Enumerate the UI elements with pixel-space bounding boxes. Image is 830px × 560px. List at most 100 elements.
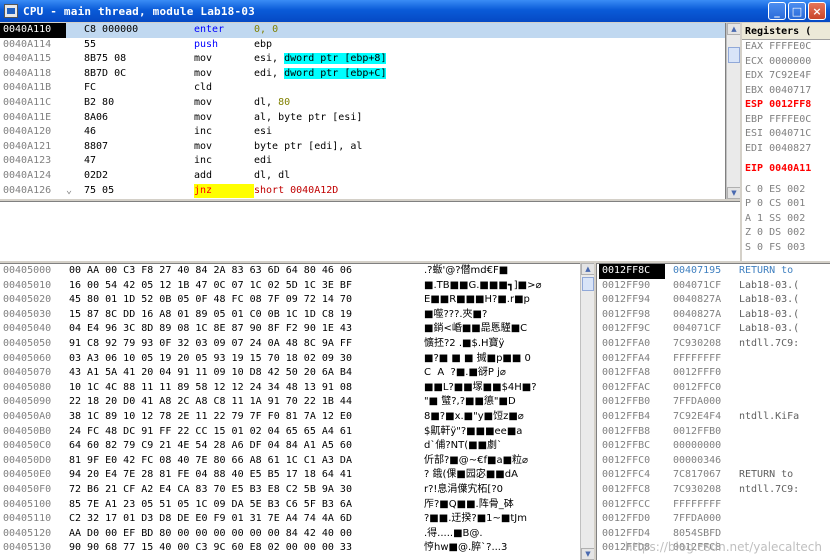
stack-row[interactable]: 0012FFA4 FFFFFFFF: [597, 352, 830, 367]
disasm-row[interactable]: 0040A114 55 push ebp: [0, 38, 725, 53]
dump-address[interactable]: 004050C0: [3, 439, 65, 454]
stack-address[interactable]: 0012FF8C: [599, 264, 665, 279]
stack-address[interactable]: 0012FFA0: [602, 337, 666, 352]
stack-address[interactable]: 0012FFB0: [602, 395, 666, 410]
register-value[interactable]: FFFFE0C: [769, 114, 811, 125]
scroll-up-icon[interactable]: ▲: [727, 23, 740, 35]
disasm-row[interactable]: 0040A118 8B7D 0C mov edi, dword ptr [ebp+C]: [0, 67, 725, 82]
disasm-row[interactable]: 0040A120 46 inc esi: [0, 125, 725, 140]
info-pane[interactable]: [0, 201, 740, 261]
instruction-address[interactable]: 0040A118: [3, 67, 65, 82]
dump-address[interactable]: 004050E0: [3, 468, 65, 483]
disasm-row[interactable]: 0040A11B FC cld: [0, 81, 725, 96]
stack-value[interactable]: 7FFDA000: [673, 512, 735, 527]
dump-hex-bytes[interactable]: 03 A3 06 10 05 19 20 05 93 19 15 70 18 0…: [69, 352, 421, 367]
dump-row[interactable]: 004050D0 81 9F E0 42 FC 08 40 7E 80 66 A8…: [0, 454, 580, 469]
dump-ascii[interactable]: ?■■.迂揆?■1~■tJm: [424, 512, 564, 527]
dump-hex-bytes[interactable]: 15 87 8C DD 16 A8 01 89 05 01 C0 0B 1C 1…: [69, 308, 421, 323]
registers-header[interactable]: Registers (: [742, 23, 830, 40]
dump-ascii[interactable]: r?!息涓僷宄柘[?0: [424, 483, 564, 498]
register-value[interactable]: 004071C: [769, 128, 811, 139]
instruction-address[interactable]: 0040A120: [3, 125, 65, 140]
registers-pane[interactable]: Registers ( EAX FFFFE0C ECX 0000000 EDX 7C…: [742, 23, 830, 261]
stack-value[interactable]: 7C930208: [673, 483, 735, 498]
instruction-address[interactable]: 0040A126: [3, 184, 65, 199]
register-row[interactable]: S 0 FS 003: [742, 241, 830, 256]
stack-address[interactable]: 0012FF98: [602, 308, 666, 323]
stack-row[interactable]: 0012FFC4 7C817067 RETURN to: [597, 468, 830, 483]
dump-ascii[interactable]: 伒郆?■@~€f■a■粒⌀: [424, 454, 564, 469]
dump-address[interactable]: 00405090: [3, 395, 65, 410]
dump-ascii[interactable]: $鼿軒ÿ"?■■■ee■a: [424, 425, 564, 440]
stack-row[interactable]: 0012FFB8 0012FFB0: [597, 425, 830, 440]
dump-scrollbar[interactable]: ▲ ▼: [580, 263, 594, 560]
register-value[interactable]: FS 003: [769, 242, 805, 253]
dump-hex-bytes[interactable]: 45 80 01 1D 52 0B 05 0F 48 FC 08 7F 09 7…: [69, 293, 421, 308]
dump-address[interactable]: 00405030: [3, 308, 65, 323]
stack-value[interactable]: 0040827A: [673, 308, 735, 323]
stack-row[interactable]: 0012FFB0 7FFDA000: [597, 395, 830, 410]
stack-address[interactable]: 0012FF9C: [602, 322, 666, 337]
register-value[interactable]: 7C92E4F: [769, 70, 811, 81]
dump-hex-bytes[interactable]: 94 20 E4 7E 28 81 FE 04 88 40 E5 B5 17 1…: [69, 468, 421, 483]
stack-value[interactable]: 00000346: [673, 454, 735, 469]
dump-ascii[interactable]: 厏?■Q■■.阵骨_砵: [424, 498, 564, 513]
dump-hex-bytes[interactable]: 90 90 68 77 15 40 00 C3 9C 60 E8 02 00 0…: [69, 541, 421, 556]
stack-address[interactable]: 0012FFA8: [602, 366, 666, 381]
dump-ascii[interactable]: 8■?■x.■"y■饾z■⌀: [424, 410, 564, 425]
title-bar[interactable]: CPU - main thread, module Lab18-03 _ □ ×: [0, 0, 830, 22]
register-row[interactable]: P 0 CS 001: [742, 197, 830, 212]
register-value[interactable]: SS 002: [769, 213, 805, 224]
dump-address[interactable]: 004050B0: [3, 425, 65, 440]
dump-address[interactable]: 00405100: [3, 498, 65, 513]
dump-hex-bytes[interactable]: 43 A1 5A 41 20 04 91 11 09 10 D8 42 50 2…: [69, 366, 421, 381]
dump-ascii[interactable]: ■?■ ■ ■ 搣■p■■ 0: [424, 352, 564, 367]
dump-address[interactable]: 004050D0: [3, 454, 65, 469]
stack-address[interactable]: 0012FFD0: [602, 512, 666, 527]
register-value[interactable]: 0040717: [769, 85, 811, 96]
stack-value[interactable]: 0040827A: [673, 293, 735, 308]
dump-address[interactable]: 00405070: [3, 366, 65, 381]
dump-hex-bytes[interactable]: 64 60 82 79 C9 21 4E 54 28 A6 DF 04 84 A…: [69, 439, 421, 454]
dump-address[interactable]: 00405080: [3, 381, 65, 396]
register-row[interactable]: ESI 004071C: [742, 127, 830, 142]
disasm-row[interactable]: 0040A126 ⌄ 75 05 jnz short 0040A12D: [0, 183, 725, 199]
stack-row[interactable]: 0012FFCC FFFFFFFF: [597, 498, 830, 513]
scroll-thumb[interactable]: [728, 47, 740, 63]
dump-address[interactable]: 004050F0: [3, 483, 65, 498]
stack-address[interactable]: 0012FFCC: [602, 498, 666, 513]
instruction-address[interactable]: 0040A115: [3, 52, 65, 67]
dump-row[interactable]: 00405020 45 80 01 1D 52 0B 05 0F 48 FC 08…: [0, 293, 580, 308]
stack-row[interactable]: 0012FFB4 7C92E4F4 ntdll.KiFa: [597, 410, 830, 425]
dump-address[interactable]: 00405010: [3, 279, 65, 294]
dump-ascii[interactable]: 懭抷?2 .■$.H寶ÿ: [424, 337, 564, 352]
dump-hex-bytes[interactable]: AA D0 00 EF BD 80 00 00 00 00 00 00 84 4…: [69, 527, 421, 542]
dump-row[interactable]: 00405030 15 87 8C DD 16 A8 01 89 05 01 C0…: [0, 308, 580, 323]
dump-address[interactable]: 004050A0: [3, 410, 65, 425]
register-row[interactable]: ESP 0012FF8: [742, 98, 830, 113]
stack-value[interactable]: FFFFFFFF: [673, 352, 735, 367]
register-row[interactable]: ECX 0000000: [742, 55, 830, 70]
disassembly-scrollbar[interactable]: ▲ ▼: [726, 23, 740, 199]
stack-address[interactable]: 0012FFC8: [602, 483, 666, 498]
stack-address[interactable]: 0012FFC4: [602, 468, 666, 483]
stack-value[interactable]: 7C817067: [673, 468, 735, 483]
disasm-row[interactable]: 0040A110 C8 000000 enter 0, 0: [0, 23, 725, 38]
dump-address[interactable]: 00405020: [3, 293, 65, 308]
stack-value[interactable]: 0012FFF0: [673, 366, 735, 381]
dump-row[interactable]: 00405050 91 C8 92 79 93 0F 32 03 09 07 24…: [0, 337, 580, 352]
dump-hex-bytes[interactable]: 04 E4 96 3C 8D 89 08 1C 8E 87 90 8F F2 9…: [69, 322, 421, 337]
dump-hex-bytes[interactable]: 24 FC 48 DC 91 FF 22 CC 15 01 02 04 65 6…: [69, 425, 421, 440]
instruction-address[interactable]: 0040A123: [3, 154, 65, 169]
instruction-address[interactable]: 0040A11B: [3, 81, 65, 96]
stack-address[interactable]: 0012FF94: [602, 293, 666, 308]
instruction-address[interactable]: 0040A11C: [3, 96, 65, 111]
dump-row[interactable]: 004050B0 24 FC 48 DC 91 FF 22 CC 15 01 02…: [0, 425, 580, 440]
stack-row[interactable]: 0012FF90 004071CF Lab18-03.(: [597, 279, 830, 294]
register-value[interactable]: 0000000: [769, 56, 811, 67]
stack-value[interactable]: 7C92E4F4: [673, 410, 735, 425]
dump-address[interactable]: 00405040: [3, 322, 65, 337]
minimize-button[interactable]: _: [768, 2, 786, 20]
dump-address[interactable]: 00405050: [3, 337, 65, 352]
stack-row[interactable]: 0012FFC8 7C930208 ntdll.7C9:: [597, 483, 830, 498]
